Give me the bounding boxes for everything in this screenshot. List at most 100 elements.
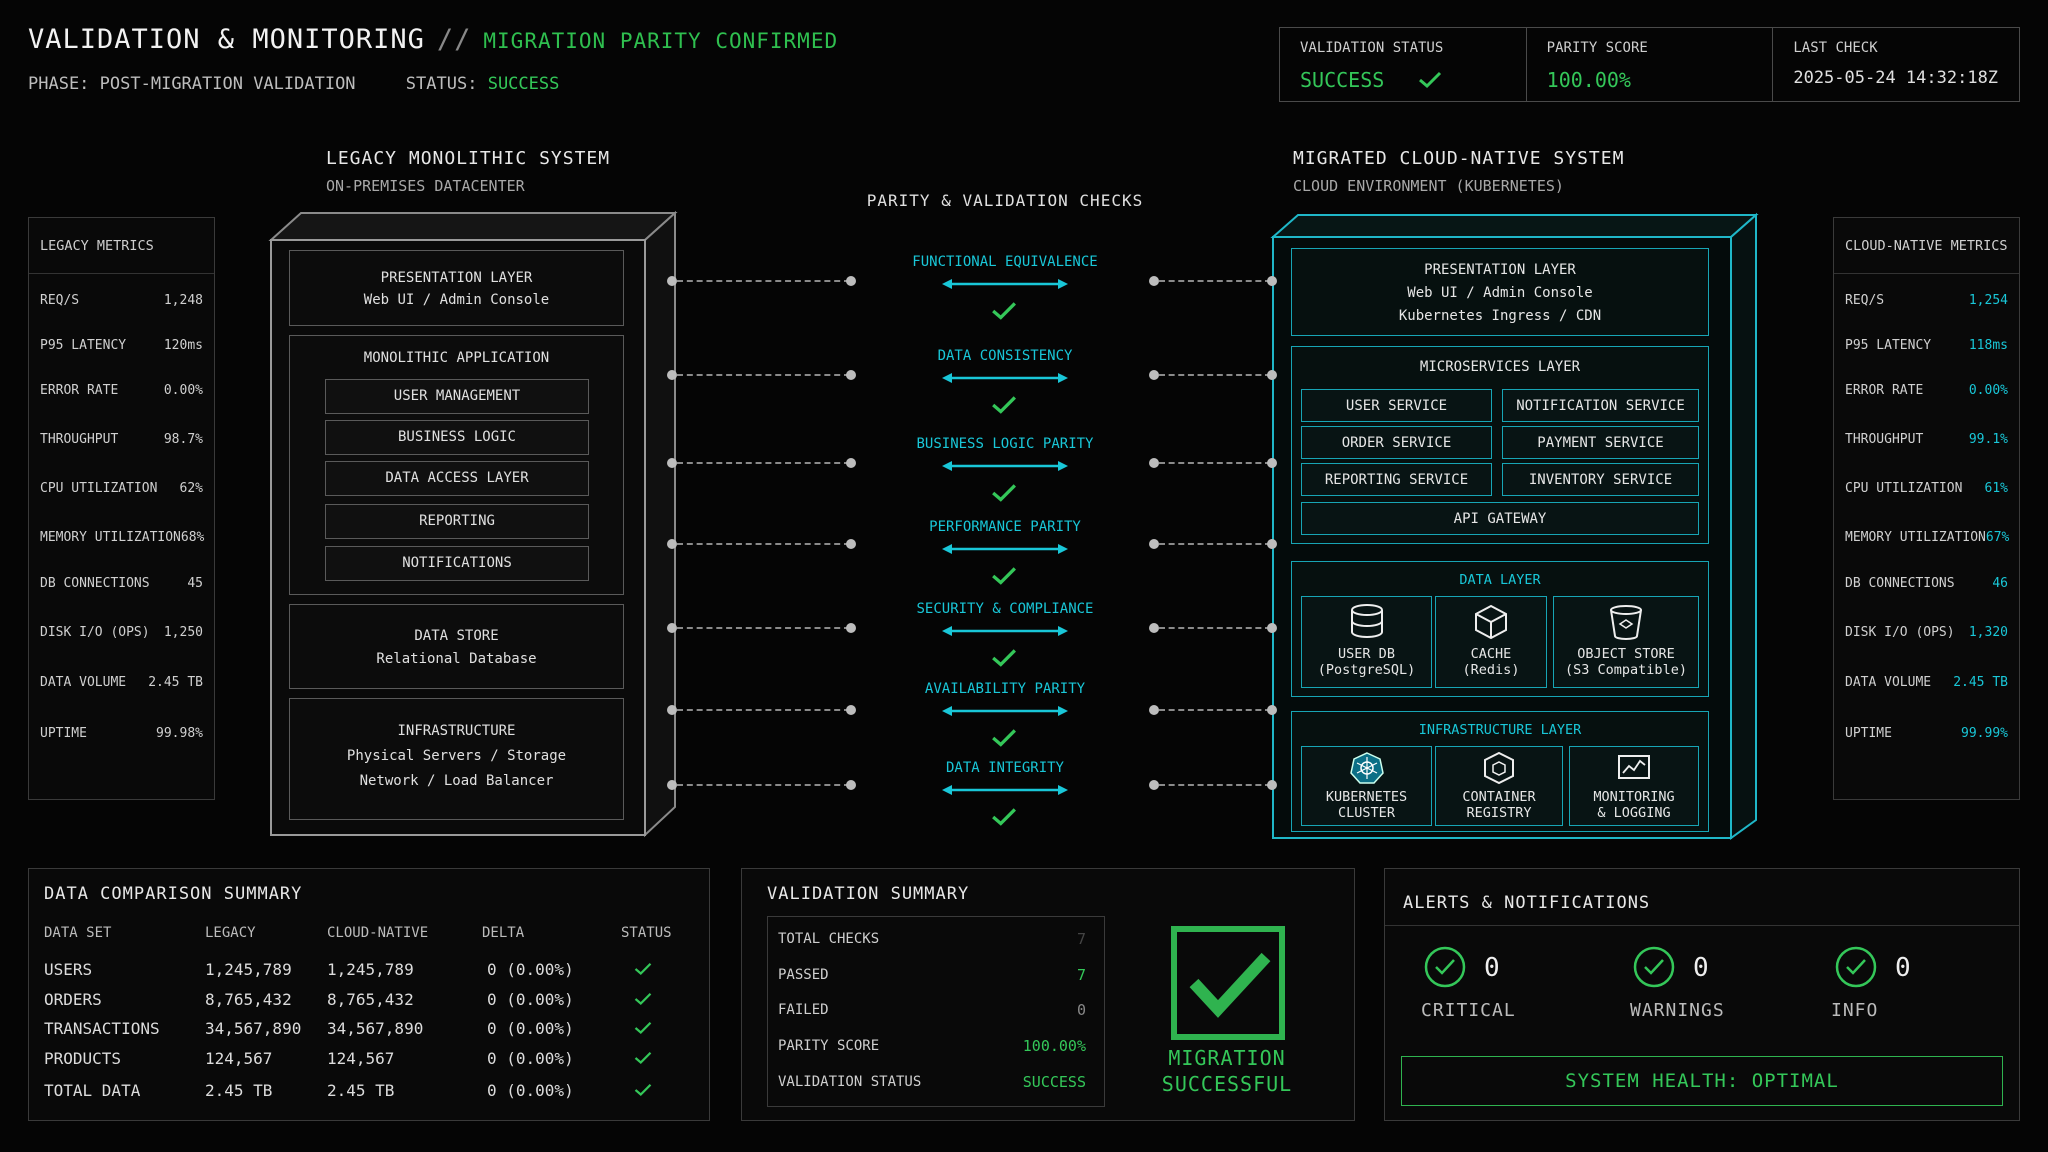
table-cell: 1,245,789	[327, 960, 414, 979]
legacy-module-business-logic: BUSINESS LOGIC	[325, 420, 589, 455]
legacy-metric-value: 0.00%	[163, 383, 203, 398]
connector-line-left	[677, 462, 850, 464]
table-cell: 0 (0.00%)	[487, 990, 574, 1009]
legacy-module-reporting: REPORTING	[325, 504, 589, 539]
column-header: STATUS	[621, 925, 672, 941]
connector-dot	[667, 539, 677, 549]
legacy-metric-value: 98.7%	[163, 432, 203, 447]
summary-value: 100.00%	[1022, 1037, 1086, 1055]
microservices-title: MICROSERVICES LAYER	[1419, 359, 1581, 375]
legacy-metric-row: UPTIME 99.98%	[40, 726, 203, 741]
connector-dot	[667, 276, 677, 286]
cloud-metric-row: DB CONNECTIONS 46	[1845, 576, 2008, 591]
legacy-infra-title: INFRASTRUCTURE	[397, 723, 516, 739]
data-comparison-panel: DATA COMPARISON SUMMARY DATA SET LEGACY CL…	[28, 868, 710, 1121]
table-cell: ORDERS	[44, 990, 102, 1009]
validation-status-label: VALIDATION STATUS	[1300, 40, 1444, 56]
legacy-metric-value: 68%	[180, 530, 205, 545]
check-icon	[992, 729, 1016, 747]
badge-line2: SUCCESSFUL	[1161, 1072, 1293, 1096]
legacy-metric-label: CPU UTILIZATION	[40, 481, 158, 496]
legacy-metric-value: 120ms	[163, 338, 203, 353]
legacy-presentation-line1: Web UI / Admin Console	[363, 292, 550, 308]
cloud-metric-label: DATA VOLUME	[1845, 675, 1932, 690]
inventory-service: INVENTORY SERVICE	[1502, 463, 1699, 496]
validation-status-cell: VALIDATION STATUS SUCCESS	[1280, 28, 1527, 101]
connector-line-left	[677, 374, 850, 376]
connector-line-right	[1159, 543, 1271, 545]
migration-success-badge: MIGRATION SUCCESSFUL	[1127, 1045, 1327, 1097]
cloud-metric-label: UPTIME	[1845, 726, 1892, 741]
title-subtitle: MIGRATION PARITY CONFIRMED	[483, 29, 839, 53]
check-icon	[634, 1021, 652, 1035]
alert-label: WARNINGS	[1630, 1000, 1725, 1021]
cloud-metric-label: DB CONNECTIONS	[1845, 576, 1955, 591]
table-cell: USERS	[44, 960, 93, 979]
table-cell: 34,567,890	[327, 1019, 424, 1038]
cloud-title: MIGRATED CLOUD-NATIVE SYSTEM	[1293, 148, 1625, 169]
connector-dot	[1149, 276, 1159, 286]
alert-count: 0	[1895, 953, 1911, 983]
connector-dot	[1267, 539, 1277, 549]
summary-label: VALIDATION STATUS	[778, 1074, 922, 1090]
cloud-metric-row: DISK I/O (OPS) 1,320	[1845, 625, 2008, 640]
user-db-line2: (PostgreSQL)	[1317, 662, 1416, 678]
cloud-presentation-line2: Kubernetes Ingress / CDN	[1398, 308, 1602, 324]
legacy-title: LEGACY MONOLITHIC SYSTEM	[326, 148, 611, 169]
title-separator: //	[436, 24, 472, 55]
cloud-metrics-panel: CLOUD-NATIVE METRICS REQ/S 1,254 P95 LATEN…	[1833, 217, 2020, 800]
legacy-metric-row: ERROR RATE 0.00%	[40, 383, 203, 398]
check-icon	[992, 396, 1016, 414]
legacy-module-user-management: USER MANAGEMENT	[325, 379, 589, 414]
legacy-metric-label: ERROR RATE	[40, 383, 119, 398]
table-cell: 8,765,432	[327, 990, 414, 1009]
summary-label: PARITY SCORE	[778, 1038, 880, 1054]
connector-dot	[1267, 780, 1277, 790]
object-store-line1: OBJECT STORE	[1577, 646, 1675, 662]
legacy-metric-label: THROUGHPUT	[40, 432, 119, 447]
cloud-metric-label: ERROR RATE	[1845, 383, 1924, 398]
data-layer-title: DATA LAYER	[1459, 572, 1541, 588]
alerts-divider	[1385, 925, 2019, 926]
table-cell: 0 (0.00%)	[487, 1049, 574, 1068]
cloud-metric-row: MEMORY UTILIZATION 67%	[1845, 530, 2009, 545]
connector-dot	[1149, 458, 1159, 468]
database-icon	[1350, 604, 1383, 638]
alert-label: CRITICAL	[1421, 1000, 1516, 1021]
cube-icon	[1475, 604, 1507, 640]
legacy-metric-value: 1,250	[163, 625, 203, 640]
reporting-service: REPORTING SERVICE	[1301, 463, 1492, 496]
connector-line-right	[1159, 374, 1271, 376]
connector-line-right	[1159, 627, 1271, 629]
cloud-metric-label: MEMORY UTILIZATION	[1845, 530, 1986, 545]
connector-dot	[667, 458, 677, 468]
check-icon	[634, 962, 652, 976]
connector-dot	[846, 370, 856, 380]
data-comparison-title: DATA COMPARISON SUMMARY	[44, 884, 303, 904]
table-cell: 2.45 TB	[205, 1081, 273, 1100]
check-icon	[992, 302, 1016, 320]
summary-label: FAILED	[778, 1002, 829, 1018]
legacy-metric-row: MEMORY UTILIZATION 68%	[40, 530, 205, 545]
cloud-metric-label: CPU UTILIZATION	[1845, 481, 1963, 496]
legacy-metric-row: DATA VOLUME 2.45 TB	[40, 675, 203, 690]
check-name: PERFORMANCE PARITY	[929, 519, 1081, 535]
double-arrow-icon	[942, 373, 1068, 383]
legacy-metric-row: P95 LATENCY 120ms	[40, 338, 203, 353]
table-cell: 124,567	[205, 1049, 273, 1068]
legacy-metric-row: THROUGHPUT 98.7%	[40, 432, 203, 447]
legacy-metric-row: REQ/S 1,248	[40, 293, 203, 308]
cloud-presentation-line1: Web UI / Admin Console	[1407, 285, 1593, 301]
last-check-value: 2025-05-24 14:32:18Z	[1793, 68, 1999, 88]
column-header: DATA SET	[44, 925, 112, 941]
connector-dot	[846, 780, 856, 790]
alerts-title: ALERTS & NOTIFICATIONS	[1403, 893, 1651, 913]
table-cell: 0 (0.00%)	[487, 1019, 574, 1038]
cloud-metric-value: 118ms	[1968, 338, 2008, 353]
check-name: DATA CONSISTENCY	[937, 348, 1073, 364]
cloud-heading: MIGRATED CLOUD-NATIVE SYSTEM CLOUD ENVIR…	[1293, 148, 1624, 195]
check-icon	[992, 484, 1016, 502]
cloud-metric-row: UPTIME 99.99%	[1845, 726, 2008, 741]
legacy-module-notifications: NOTIFICATIONS	[325, 546, 589, 581]
connector-dot	[1149, 705, 1159, 715]
